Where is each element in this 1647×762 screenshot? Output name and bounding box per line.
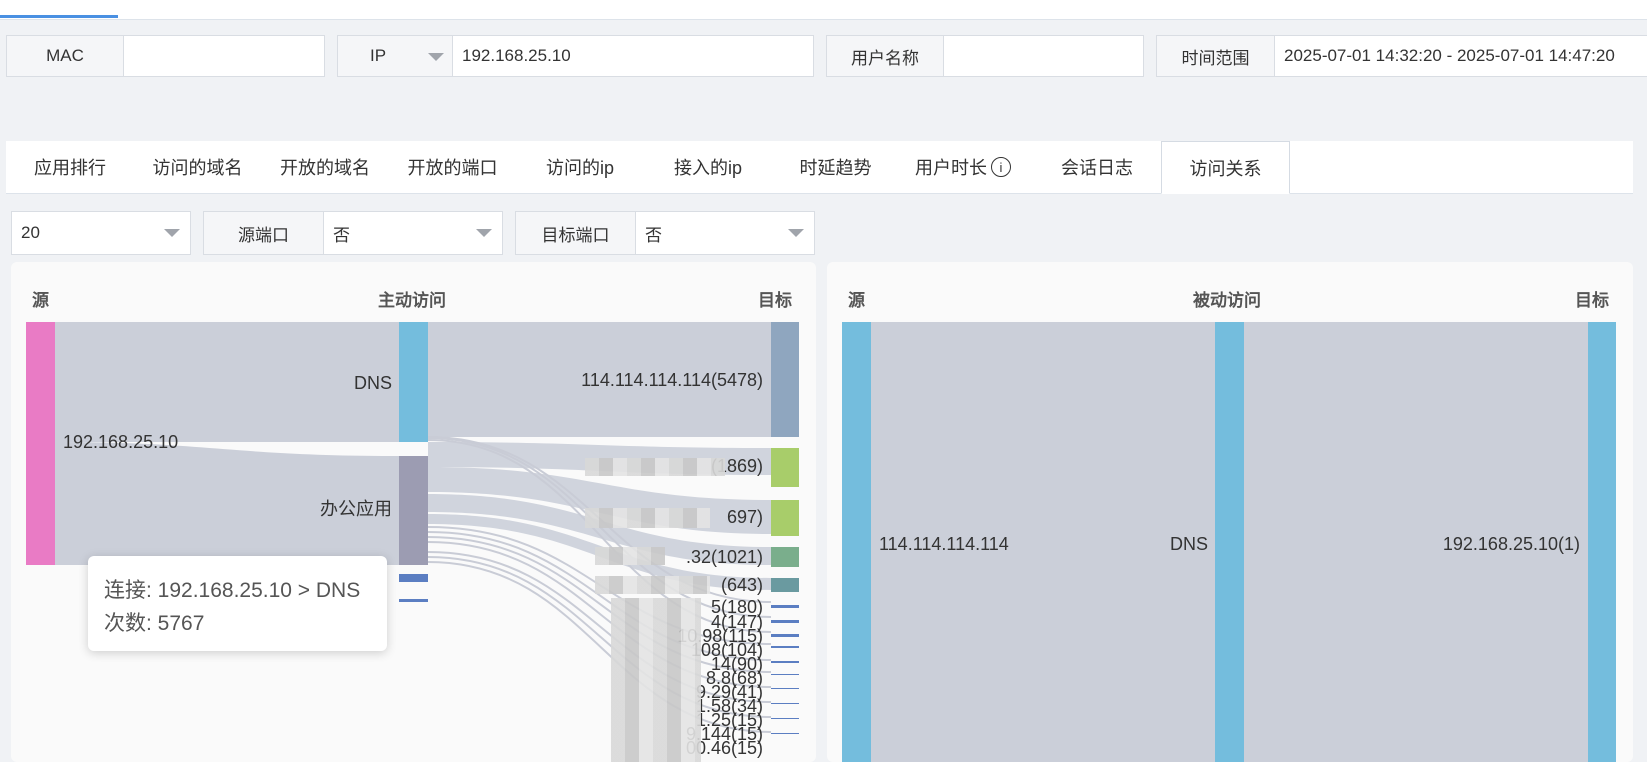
node-source[interactable] xyxy=(842,322,871,762)
dst-port-select[interactable]: 目标端口 否 xyxy=(515,211,815,255)
info-icon[interactable]: i xyxy=(991,157,1011,177)
src-port-select[interactable]: 源端口 否 xyxy=(203,211,503,255)
node-target[interactable] xyxy=(1588,322,1616,762)
target-label: .32(1021) xyxy=(686,547,763,567)
office-node-label: 办公应用 xyxy=(320,499,392,519)
target-label: 114.114.114.114(5478) xyxy=(581,370,763,390)
redacted-ip-mosaic xyxy=(585,508,710,528)
node-office[interactable] xyxy=(399,456,428,565)
active-access-panel: 源 主动访问 目标 192.168.25.10 DNS 办公应用 114.114… xyxy=(11,262,816,762)
node-dns[interactable] xyxy=(1215,322,1244,762)
target-node-label: 192.168.25.10(1) xyxy=(1443,534,1580,554)
src-port-label: 源端口 xyxy=(204,212,324,254)
tooltip-connection: 连接: 192.168.25.10 > DNS xyxy=(104,579,361,602)
chevron-down-icon xyxy=(428,53,444,61)
node-target-3[interactable] xyxy=(771,500,799,536)
tab-access-ips[interactable]: 接入的ip xyxy=(644,141,772,193)
link-tooltip: 连接: 192.168.25.10 > DNS 次数: 5767 xyxy=(88,556,387,651)
node-app-4[interactable] xyxy=(399,599,428,602)
active-nav-indicator xyxy=(0,15,118,18)
target-label: (643) xyxy=(721,575,763,595)
small-target-nodes xyxy=(771,605,799,734)
mac-filter: MAC xyxy=(6,35,325,77)
topn-value: 20 xyxy=(12,212,190,254)
tab-app-ranking[interactable]: 应用排行 xyxy=(6,141,134,193)
tab-session-log[interactable]: 会话日志 xyxy=(1027,141,1167,193)
ip-type-label: IP xyxy=(370,46,387,65)
tab-latency-trend[interactable]: 时延趋势 xyxy=(772,141,899,193)
tab-visited-domains[interactable]: 访问的域名 xyxy=(134,141,261,193)
tab-user-duration-label: 用户时长 xyxy=(915,158,987,178)
passive-sankey-chart: 114.114.114.114 DNS 192.168.25.10(1) xyxy=(842,322,1616,762)
tooltip-count: 次数: 5767 xyxy=(104,612,205,635)
node-target-1[interactable] xyxy=(771,322,799,437)
tab-bar: 应用排行 访问的域名 开放的域名 开放的端口 访问的ip 接入的ip 时延趋势 … xyxy=(6,141,1633,194)
src-port-value: 否 xyxy=(324,212,502,254)
dns-node-label: DNS xyxy=(1170,534,1208,554)
redacted-ip-mosaic xyxy=(595,547,665,565)
topn-value-text: 20 xyxy=(21,223,40,242)
top-navigation-bar xyxy=(0,0,1647,20)
chevron-down-icon xyxy=(476,229,492,237)
node-target-2[interactable] xyxy=(771,448,799,487)
dns-node-label: DNS xyxy=(354,373,392,393)
node-source[interactable] xyxy=(26,322,55,565)
node-dns[interactable] xyxy=(399,322,428,442)
tab-open-ports[interactable]: 开放的端口 xyxy=(389,141,516,193)
source-node-label: 114.114.114.114 xyxy=(879,534,1009,554)
redacted-ip-mosaic xyxy=(595,576,710,594)
ip-input[interactable]: 192.168.25.10 xyxy=(453,36,813,76)
link-source-dns[interactable] xyxy=(55,322,399,442)
time-range-label: 时间范围 xyxy=(1157,36,1275,76)
passive-access-panel: 源 被动访问 目标 114.114.114.114 DNS 192.168.25… xyxy=(827,262,1633,762)
username-label: 用户名称 xyxy=(827,36,944,76)
dst-port-value: 否 xyxy=(636,212,814,254)
target-label: 697) xyxy=(727,507,763,527)
tab-access-relation[interactable]: 访问关系 xyxy=(1161,141,1290,194)
tab-visited-ips[interactable]: 访问的ip xyxy=(516,141,644,193)
username-input[interactable] xyxy=(944,36,1143,76)
time-range-filter: 时间范围 2025-07-01 14:32:20 - 2025-07-01 14… xyxy=(1156,35,1647,77)
tab-open-domains[interactable]: 开放的域名 xyxy=(261,141,389,193)
dst-port-label: 目标端口 xyxy=(516,212,636,254)
ip-filter: IP 192.168.25.10 xyxy=(337,35,814,77)
topn-select[interactable]: 20 xyxy=(11,211,191,255)
redacted-ip-mosaic xyxy=(585,458,725,476)
node-app-3[interactable] xyxy=(399,574,428,582)
tab-user-duration[interactable]: 用户时长 i xyxy=(899,141,1027,193)
time-range-input[interactable]: 2025-07-01 14:32:20 - 2025-07-01 14:47:2… xyxy=(1275,36,1647,76)
chevron-down-icon xyxy=(788,229,804,237)
node-target-4[interactable] xyxy=(771,547,799,567)
redacted-ip-mosaic xyxy=(611,598,701,762)
username-filter: 用户名称 xyxy=(826,35,1144,77)
source-node-label: 192.168.25.10 xyxy=(63,432,178,452)
node-target-5[interactable] xyxy=(771,578,799,592)
chevron-down-icon xyxy=(164,229,180,237)
ip-type-select[interactable]: IP xyxy=(338,36,453,76)
mac-input[interactable] xyxy=(124,36,324,76)
mac-label: MAC xyxy=(7,36,124,76)
src-port-value-text: 否 xyxy=(333,225,350,245)
dst-port-value-text: 否 xyxy=(645,225,662,245)
